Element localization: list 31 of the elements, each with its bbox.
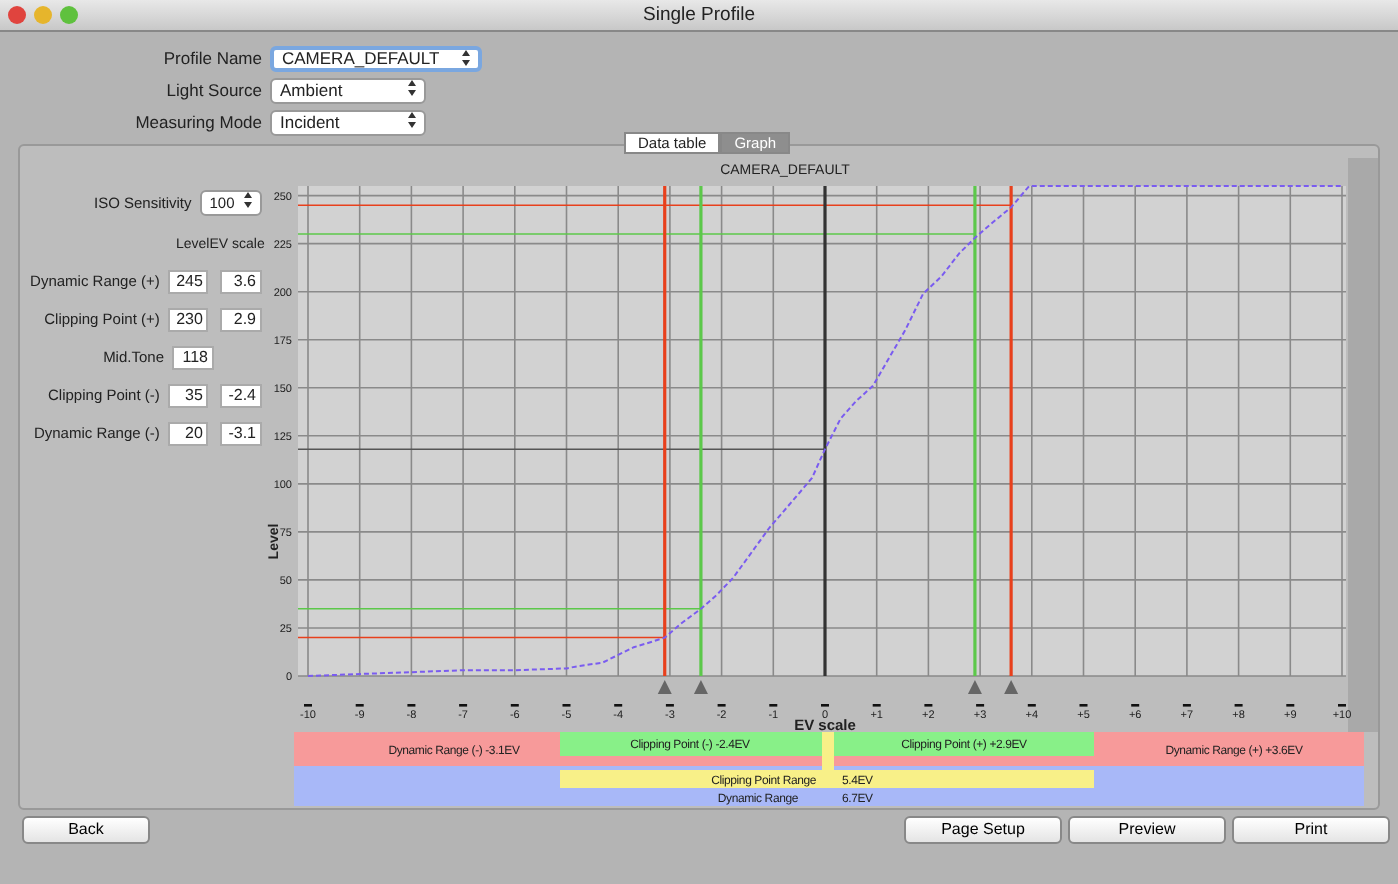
ev-field[interactable]: 2.9: [220, 308, 262, 332]
minimize-button[interactable]: [34, 6, 52, 24]
field-label: Light Source: [164, 78, 264, 104]
pointer-icon: [1004, 680, 1019, 694]
field-label: Profile Name: [161, 46, 264, 72]
push-button[interactable]: Preview: [1068, 816, 1226, 844]
updown-icon: [244, 192, 252, 208]
dropdown[interactable]: Ambient: [270, 78, 426, 104]
ev-field[interactable]: -2.4: [220, 384, 262, 408]
push-button[interactable]: Print: [1232, 816, 1390, 844]
push-button[interactable]: Back: [22, 816, 150, 844]
pointer-icon: [967, 680, 982, 694]
dropdown[interactable]: CAMERA_DEFAULT: [270, 46, 482, 72]
level-field[interactable]: 230: [167, 308, 209, 332]
close-button[interactable]: [8, 6, 26, 24]
window-title: Single Profile: [643, 1, 755, 29]
ev-field[interactable]: -3.1: [220, 422, 262, 446]
ev-field[interactable]: 3.6: [220, 270, 262, 294]
pointer-icon: [693, 680, 708, 694]
zoom-button[interactable]: [60, 6, 78, 24]
level-field[interactable]: 245: [167, 270, 209, 294]
updown-icon: [408, 112, 416, 128]
dropdown[interactable]: Incident: [270, 110, 426, 136]
pointer-icon: [657, 680, 672, 694]
updown-icon: [462, 50, 470, 66]
level-field[interactable]: 35: [167, 384, 209, 408]
updown-icon: [408, 80, 416, 96]
level-field[interactable]: 118: [172, 346, 214, 370]
field-label: Measuring Mode: [133, 110, 264, 136]
push-button[interactable]: Page Setup: [904, 816, 1062, 844]
level-field[interactable]: 20: [167, 422, 209, 446]
